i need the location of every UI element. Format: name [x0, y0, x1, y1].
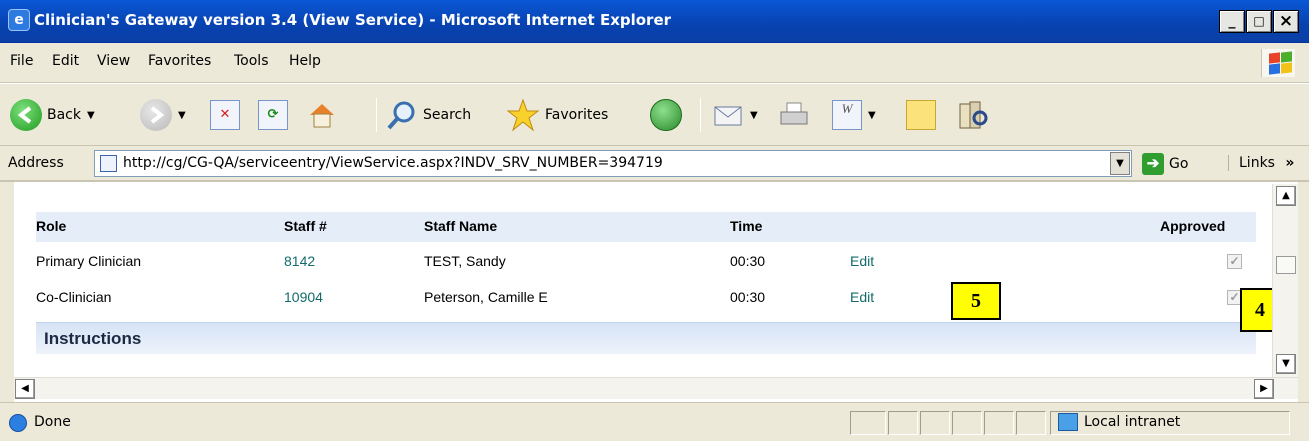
messenger-button[interactable] [956, 98, 990, 132]
stop-button[interactable]: ✕ [210, 98, 240, 132]
header-role: Role [36, 218, 67, 234]
back-dropdown-icon[interactable]: ▼ [87, 110, 95, 121]
go-arrow-icon: ➔ [1142, 153, 1164, 175]
forward-icon [140, 99, 172, 131]
window-title: Clinician's Gateway version 3.4 (View Se… [34, 11, 672, 29]
links-button[interactable]: Links » [1228, 155, 1294, 171]
table-header-row: Role Staff # Staff Name Time Approved [36, 212, 1256, 242]
forward-dropdown-icon[interactable]: ▼ [178, 110, 186, 121]
status-panel [952, 411, 982, 435]
row-time: 00:30 [730, 253, 766, 269]
toolbar-separator [700, 98, 701, 132]
messenger-icon [956, 98, 990, 132]
address-label: Address [8, 155, 64, 171]
header-time: Time [730, 218, 763, 234]
close-button[interactable]: × [1273, 10, 1299, 33]
status-text: Done [34, 414, 71, 430]
row-staff-name: Peterson, Camille E [424, 289, 548, 305]
horizontal-scrollbar[interactable]: ◀ ▶ [14, 377, 1298, 399]
discuss-button[interactable] [906, 98, 936, 132]
print-button[interactable] [778, 98, 810, 132]
search-button[interactable]: Search [386, 98, 471, 132]
row-role: Co-Clinician [36, 289, 112, 305]
edit-button[interactable]: W ▼ [832, 98, 876, 132]
callout-marker-4: 4 [1240, 288, 1272, 332]
links-chevron-icon: » [1285, 155, 1295, 171]
window-frame-left [0, 182, 14, 402]
stop-icon: ✕ [210, 100, 240, 130]
window-frame-right [1298, 182, 1309, 402]
instructions-section-header: Instructions [36, 322, 1256, 354]
scroll-up-icon[interactable]: ▲ [1276, 186, 1296, 206]
minimize-button[interactable]: _ [1219, 10, 1245, 33]
ie-page-status-icon [9, 414, 27, 432]
header-staff-number: Staff # [284, 218, 327, 234]
instructions-heading: Instructions [44, 329, 142, 348]
staff-number-link[interactable]: 10904 [284, 289, 323, 305]
staff-number-link[interactable]: 8142 [284, 253, 315, 269]
go-button[interactable]: ➔ Go [1142, 151, 1188, 177]
row-role: Primary Clinician [36, 253, 142, 269]
menu-view[interactable]: View [97, 53, 130, 69]
callout-marker-5: 5 [951, 282, 1001, 320]
status-panel [984, 411, 1014, 435]
page-icon [100, 155, 117, 172]
page-content: Role Staff # Staff Name Time Approved Pr… [14, 184, 1272, 375]
status-panel [1016, 411, 1046, 435]
vertical-scrollbar[interactable]: ▲ ▼ [1272, 184, 1298, 377]
mail-icon [712, 99, 744, 131]
address-url[interactable]: http://cg/CG-QA/serviceentry/ViewService… [123, 155, 663, 171]
menu-tools[interactable]: Tools [234, 53, 269, 69]
favorites-star-icon [506, 98, 540, 132]
approved-checkbox[interactable]: ✓ [1227, 254, 1242, 269]
menu-help[interactable]: Help [289, 53, 321, 69]
row-staff-name: TEST, Sandy [424, 253, 506, 269]
header-approved: Approved [1160, 218, 1226, 234]
mail-dropdown-icon[interactable]: ▼ [750, 110, 758, 121]
title-bar[interactable]: e Clinician's Gateway version 3.4 (View … [0, 0, 1309, 43]
print-icon [778, 99, 810, 131]
menu-bar: File Edit View Favorites Tools Help [0, 43, 1309, 83]
header-staff-name: Staff Name [424, 218, 498, 234]
edit-dropdown-icon[interactable]: ▼ [868, 110, 876, 121]
menu-favorites[interactable]: Favorites [148, 53, 211, 69]
search-icon [386, 99, 418, 131]
status-panel [888, 411, 918, 435]
menu-edit[interactable]: Edit [52, 53, 79, 69]
status-bar: Done Local intranet [0, 402, 1309, 441]
zone-text: Local intranet [1084, 414, 1181, 430]
local-intranet-icon [1058, 413, 1078, 431]
status-panel [850, 411, 886, 435]
back-icon [10, 99, 42, 131]
history-icon [650, 99, 682, 131]
status-panel [920, 411, 950, 435]
scrollbar-thumb[interactable] [1276, 256, 1296, 274]
refresh-icon: ⟳ [258, 100, 288, 130]
standard-toolbar: Back ▼ ▼ ✕ ⟳ Search Favorites ▼ W ▼ [0, 84, 1309, 146]
toolbar-separator [376, 98, 377, 132]
mail-button[interactable]: ▼ [712, 98, 758, 132]
history-button[interactable] [650, 98, 682, 132]
discuss-icon [906, 100, 936, 130]
edit-word-icon: W [832, 100, 862, 130]
home-button[interactable] [306, 98, 338, 132]
favorites-button[interactable]: Favorites [506, 98, 608, 132]
forward-button[interactable]: ▼ [140, 98, 186, 132]
maximize-button[interactable]: □ [1246, 10, 1272, 33]
address-input[interactable]: http://cg/CG-QA/serviceentry/ViewService… [94, 150, 1132, 177]
address-dropdown-icon[interactable]: ▼ [1110, 152, 1130, 175]
address-bar: Address http://cg/CG-QA/serviceentry/Vie… [0, 146, 1309, 182]
scroll-left-icon[interactable]: ◀ [15, 379, 35, 399]
row-time: 00:30 [730, 289, 766, 305]
scroll-right-icon[interactable]: ▶ [1254, 379, 1274, 399]
scroll-down-icon[interactable]: ▼ [1276, 354, 1296, 374]
menu-file[interactable]: File [10, 53, 33, 69]
ie-logo-icon: e [8, 9, 30, 31]
refresh-button[interactable]: ⟳ [258, 98, 288, 132]
edit-link[interactable]: Edit [850, 289, 874, 305]
windows-flag-icon [1261, 49, 1295, 77]
back-button[interactable]: Back ▼ [10, 98, 95, 132]
edit-link[interactable]: Edit [850, 253, 874, 269]
home-icon [306, 99, 338, 131]
